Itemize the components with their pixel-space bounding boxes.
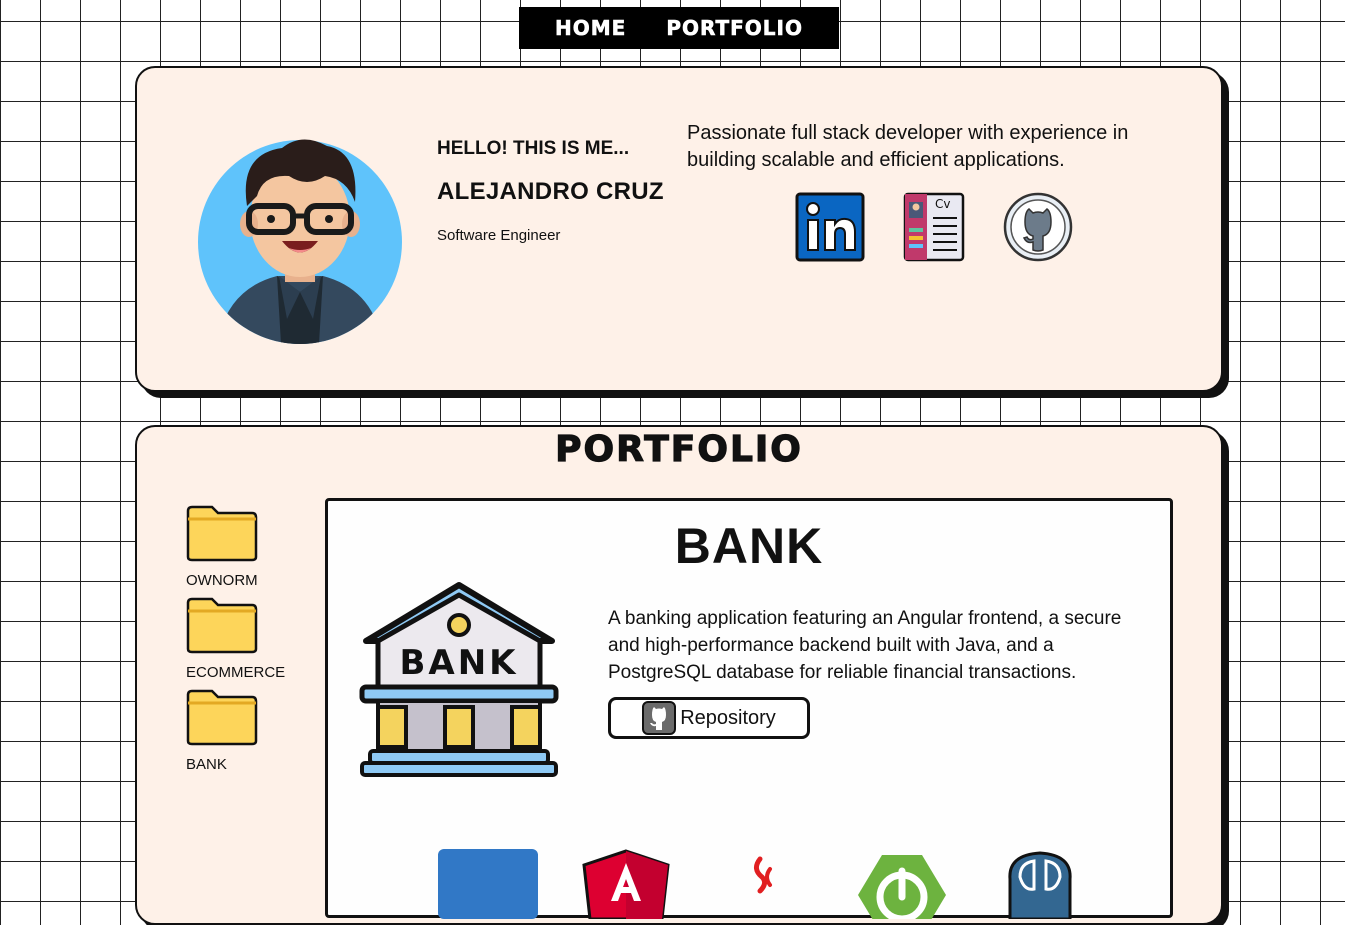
github-icon[interactable] [1003,192,1073,262]
folder-label: ECOMMERCE [186,664,286,681]
bank-building-icon: BANK [359,582,559,777]
portfolio-section: PORTFOLIO OWNORM ECOMMERCE BANK BANK BAN… [135,425,1223,925]
linkedin-icon[interactable] [795,192,865,262]
spring-boot-icon [858,855,946,919]
folder-icon [186,689,258,746]
cv-icon[interactable]: Cv [899,192,969,262]
svg-text:Cv: Cv [935,197,950,211]
typescript-icon [438,849,538,919]
profile-role: Software Engineer [437,227,561,244]
folder-label: OWNORM [186,572,258,589]
java-icon [754,856,772,894]
top-nav: HOME PORTFOLIO [519,7,839,49]
repository-button[interactable]: Repository [608,697,810,739]
project-title: BANK [674,518,824,574]
github-icon [642,701,677,735]
repository-label: Repository [680,706,776,729]
folder-icon [186,597,258,654]
social-links: Cv [795,192,1073,262]
folder-list: OWNORM ECOMMERCE BANK [186,505,306,781]
tech-stack [438,849,1090,919]
bank-sign-text: BANK [399,643,518,683]
folder-ownorm[interactable]: OWNORM [186,505,306,597]
avatar [198,139,402,344]
folder-icon [186,505,258,562]
postgresql-icon [1008,851,1072,919]
profile-name: ALEJANDRO CRUZ [437,178,664,205]
folder-label: BANK [186,756,227,773]
profile-card: HELLO! THIS IS ME... ALEJANDRO CRUZ Soft… [135,66,1223,392]
greeting-text: HELLO! THIS IS ME... [437,138,630,159]
profile-bio: Passionate full stack developer with exp… [687,122,1129,171]
angular-icon [582,849,670,919]
project-panel: BANK BANK A banking application featurin… [325,498,1173,919]
nav-portfolio-link[interactable]: PORTFOLIO [666,16,803,41]
folder-bank[interactable]: BANK [186,689,306,781]
folder-ecommerce[interactable]: ECOMMERCE [186,597,306,689]
nav-home-link[interactable]: HOME [555,16,626,41]
project-description: A banking application featuring an Angul… [608,608,1122,683]
portfolio-title: PORTFOLIO [555,428,803,470]
